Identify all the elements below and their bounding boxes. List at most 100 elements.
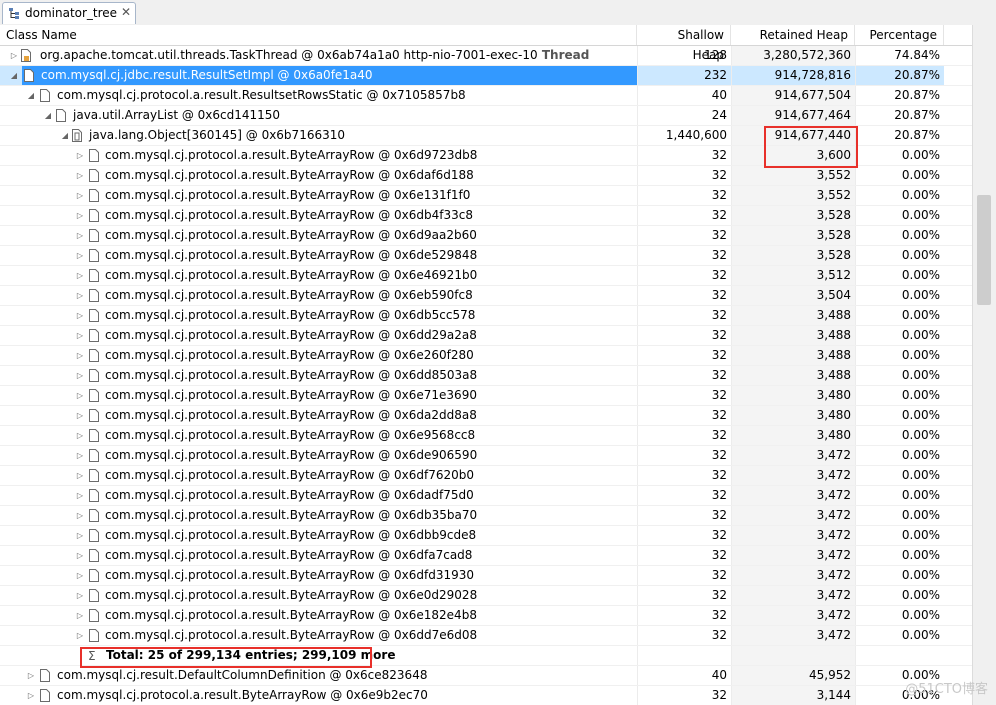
table-row[interactable]: ▷ com.mysql.cj.protocol.a.result.ByteArra… [0, 426, 972, 446]
collapsed-arrow-icon[interactable]: ▷ [75, 606, 85, 625]
object-icon [89, 289, 99, 302]
table-row[interactable]: ▷ com.mysql.cj.protocol.a.result.ByteArra… [0, 606, 972, 626]
collapsed-arrow-icon[interactable]: ▷ [75, 486, 85, 505]
retained-heap-cell: 3,480 [731, 386, 855, 405]
collapsed-arrow-icon[interactable]: ▷ [75, 226, 85, 245]
table-row[interactable]: ▷ com.mysql.cj.protocol.a.result.ByteArra… [0, 566, 972, 586]
expanded-arrow-icon[interactable]: ◢ [60, 126, 70, 145]
object-icon [89, 229, 99, 242]
expanded-arrow-icon[interactable]: ◢ [43, 106, 53, 125]
scrollbar-thumb[interactable] [977, 195, 991, 305]
vertical-scrollbar[interactable] [972, 25, 996, 705]
table-row[interactable]: ▷ com.mysql.cj.protocol.a.result.ByteArra… [0, 586, 972, 606]
column-class-name[interactable]: Class Name [0, 25, 637, 45]
percentage-cell: 0.00% [855, 506, 944, 525]
class-name-label: com.mysql.cj.protocol.a.result.ByteArray… [105, 268, 478, 282]
class-name-label: com.mysql.cj.protocol.a.result.ByteArray… [105, 308, 476, 322]
collapsed-arrow-icon[interactable]: ▷ [75, 246, 85, 265]
close-icon[interactable]: ✕ [121, 5, 131, 19]
table-row[interactable]: ▷ com.mysql.cj.protocol.a.result.ByteArra… [0, 626, 972, 646]
collapsed-arrow-icon[interactable]: ▷ [75, 186, 85, 205]
table-row[interactable]: ▷ com.mysql.cj.protocol.a.result.ByteArra… [0, 526, 972, 546]
class-name-cell: ▷ com.mysql.cj.protocol.a.result.ByteArra… [0, 366, 637, 385]
object-icon [89, 449, 99, 462]
retained-heap-cell: 3,528 [731, 246, 855, 265]
collapsed-arrow-icon[interactable]: ▷ [75, 406, 85, 425]
total-row[interactable]: Σ Total: 25 of 299,134 entries; 299,109 m… [0, 646, 972, 666]
percentage-cell: 0.00% [855, 466, 944, 485]
object-icon [89, 349, 99, 362]
table-row[interactable]: ▷ com.mysql.cj.protocol.a.result.ByteArra… [0, 166, 972, 186]
percentage-cell: 0.00% [855, 226, 944, 245]
column-retained-heap[interactable]: Retained Heap [731, 25, 855, 45]
collapsed-arrow-icon[interactable]: ▷ [75, 326, 85, 345]
column-shallow-heap[interactable]: Shallow Heap [637, 25, 731, 62]
table-row[interactable]: ▷ com.mysql.cj.protocol.a.result.ByteArra… [0, 246, 972, 266]
expanded-arrow-icon[interactable]: ◢ [26, 86, 36, 105]
collapsed-arrow-icon[interactable]: ▷ [75, 146, 85, 165]
table-row[interactable]: ▷ com.mysql.cj.protocol.a.result.ByteArra… [0, 306, 972, 326]
class-name-label: com.mysql.cj.protocol.a.result.ByteArray… [105, 468, 475, 482]
table-row[interactable]: ▷ com.mysql.cj.protocol.a.result.ByteArra… [0, 146, 972, 166]
table-row[interactable]: ▷ com.mysql.cj.protocol.a.result.ByteArra… [0, 506, 972, 526]
collapsed-arrow-icon[interactable]: ▷ [75, 386, 85, 405]
object-icon [89, 149, 99, 162]
collapsed-arrow-icon[interactable]: ▷ [75, 266, 85, 285]
collapsed-arrow-icon[interactable]: ▷ [75, 426, 85, 445]
table-row[interactable]: ▷ com.mysql.cj.protocol.a.result.ByteArra… [0, 446, 972, 466]
collapsed-arrow-icon[interactable]: ▷ [75, 166, 85, 185]
table-row[interactable]: ▷ com.mysql.cj.protocol.a.result.ByteArra… [0, 386, 972, 406]
collapsed-arrow-icon[interactable]: ▷ [75, 466, 85, 485]
collapsed-arrow-icon[interactable]: ▷ [75, 626, 85, 645]
collapsed-arrow-icon[interactable]: ▷ [75, 206, 85, 225]
collapsed-arrow-icon[interactable]: ▷ [75, 526, 85, 545]
column-percentage[interactable]: Percentage [855, 25, 944, 45]
table-row[interactable]: ▷ com.mysql.cj.protocol.a.result.ByteArra… [0, 206, 972, 226]
table-row[interactable]: ▷ com.mysql.cj.protocol.a.result.ByteArra… [0, 266, 972, 286]
percentage-cell: 0.00% [855, 286, 944, 305]
table-row[interactable]: ◢ java.lang.Object[360145] @ 0x6b7166310 1… [0, 126, 972, 146]
class-name-cell: ▷ com.mysql.cj.protocol.a.result.ByteArra… [0, 606, 637, 625]
table-row[interactable]: ▷ org.apache.tomcat.util.threads.TaskThre… [0, 46, 972, 66]
table-row[interactable]: ▷ com.mysql.cj.protocol.a.result.ByteArra… [0, 226, 972, 246]
class-name-cell: ◢ com.mysql.cj.protocol.a.result.Resultse… [0, 86, 637, 105]
table-row[interactable]: ◢ com.mysql.cj.protocol.a.result.Resultse… [0, 86, 972, 106]
collapsed-arrow-icon[interactable]: ▷ [75, 586, 85, 605]
collapsed-arrow-icon[interactable]: ▷ [9, 46, 19, 65]
table-row[interactable]: ▷ com.mysql.cj.protocol.a.result.ByteArra… [0, 406, 972, 426]
dominator-tree-table: ▷ org.apache.tomcat.util.threads.TaskThre… [0, 46, 972, 705]
collapsed-arrow-icon[interactable]: ▷ [75, 506, 85, 525]
tab-dominator-tree[interactable]: dominator_tree ✕ [2, 2, 136, 24]
collapsed-arrow-icon[interactable]: ▷ [75, 546, 85, 565]
object-icon [40, 89, 50, 102]
collapsed-arrow-icon[interactable]: ▷ [75, 346, 85, 365]
percentage-cell: 0.00% [855, 366, 944, 385]
retained-heap-cell: 3,488 [731, 326, 855, 345]
table-row[interactable]: ▷ com.mysql.cj.protocol.a.result.ByteArra… [0, 346, 972, 366]
table-row[interactable]: ▷ com.mysql.cj.protocol.a.result.ByteArra… [0, 186, 972, 206]
thread-suffix: Thread [537, 48, 590, 62]
table-row[interactable]: ▷ com.mysql.cj.protocol.a.result.ByteArra… [0, 486, 972, 506]
shallow-heap-cell: 32 [637, 286, 731, 305]
table-row[interactable]: ▷ com.mysql.cj.protocol.a.result.ByteArra… [0, 686, 972, 705]
table-row[interactable]: ▷ com.mysql.cj.protocol.a.result.ByteArra… [0, 286, 972, 306]
shallow-heap-cell: 32 [637, 206, 731, 225]
expanded-arrow-icon[interactable]: ◢ [9, 66, 19, 85]
collapsed-arrow-icon[interactable]: ▷ [75, 366, 85, 385]
collapsed-arrow-icon[interactable]: ▷ [26, 686, 36, 705]
collapsed-arrow-icon[interactable]: ▷ [75, 446, 85, 465]
tab-bar: dominator_tree ✕ [0, 0, 996, 26]
table-row[interactable]: ▷ com.mysql.cj.protocol.a.result.ByteArra… [0, 466, 972, 486]
table-row[interactable]: ▷ com.mysql.cj.protocol.a.result.ByteArra… [0, 546, 972, 566]
table-row[interactable]: ▷ com.mysql.cj.result.DefaultColumnDefini… [0, 666, 972, 686]
table-row[interactable]: ◢ java.util.ArrayList @ 0x6cd141150 24 914,… [0, 106, 972, 126]
collapsed-arrow-icon[interactable]: ▷ [75, 286, 85, 305]
table-row[interactable]: ▷ com.mysql.cj.protocol.a.result.ByteArra… [0, 366, 972, 386]
collapsed-arrow-icon[interactable]: ▷ [26, 666, 36, 685]
table-row[interactable]: ▷ com.mysql.cj.protocol.a.result.ByteArra… [0, 326, 972, 346]
class-name-cell: ▷ com.mysql.cj.protocol.a.result.ByteArra… [0, 506, 637, 525]
class-name-cell: ▷ com.mysql.cj.protocol.a.result.ByteArra… [0, 566, 637, 585]
collapsed-arrow-icon[interactable]: ▷ [75, 306, 85, 325]
table-row[interactable]: ◢ com.mysql.cj.jdbc.result.ResultSetImpl … [0, 66, 972, 86]
collapsed-arrow-icon[interactable]: ▷ [75, 566, 85, 585]
